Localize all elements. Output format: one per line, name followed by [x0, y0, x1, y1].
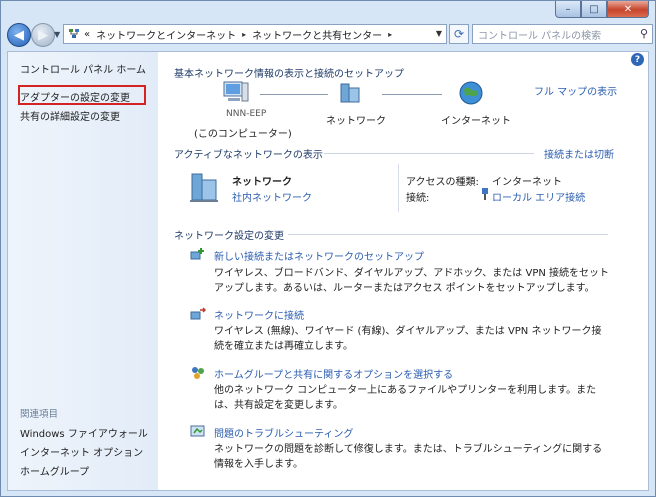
search-input[interactable]: コントロール パネルの検索 — [478, 27, 601, 42]
task-connect-network[interactable]: ネットワークに接続 — [214, 307, 304, 322]
map-connector-1 — [260, 94, 328, 95]
help-icon[interactable]: ? — [631, 53, 644, 66]
task-new-connection[interactable]: 新しい接続またはネットワークのセットアップ — [214, 248, 424, 263]
active-divider — [324, 153, 534, 154]
sidebar-item-adapter-settings[interactable]: アダプターの設定の変更 — [20, 89, 130, 104]
network-folder-icon — [68, 28, 80, 40]
breadcrumb-separator-2[interactable]: ▸ — [388, 30, 392, 39]
refresh-button[interactable]: ⟳ — [449, 24, 469, 44]
search-icon[interactable]: ⚲ — [640, 27, 648, 40]
forward-button[interactable]: ▶ — [31, 23, 55, 47]
access-type-label: アクセスの種類: — [406, 177, 479, 188]
back-button[interactable]: ◀ — [7, 23, 31, 47]
task-homegroup-sharing[interactable]: ホームグループと共有に関するオプションを選択する — [214, 366, 453, 381]
close-button[interactable]: ✕ — [607, 1, 649, 18]
task-homegroup-sharing-desc: 他のネットワーク コンピューター上にあるファイルやプリンターを利用します。または… — [214, 385, 597, 411]
caption-buttons: – □ ✕ — [555, 1, 649, 19]
network-label: ネットワーク — [326, 116, 386, 127]
vertical-divider — [398, 164, 399, 212]
task-troubleshoot-desc: ネットワークの問題を診断して修復します。または、トラブルシューティングに関する情… — [214, 444, 603, 470]
sidebar: コントロール パネル ホーム アダプターの設定の変更 共有の詳細設定の変更 関連… — [8, 52, 158, 490]
active-network-type[interactable]: 社内ネットワーク — [232, 189, 312, 204]
maximize-button[interactable]: □ — [581, 1, 607, 18]
lan-connection-link[interactable]: ローカル エリア接続 — [492, 189, 585, 204]
task-connect-network-desc: ワイヤレス (無線)、ワイヤード (有線)、ダイヤルアップ、または VPN ネッ… — [214, 326, 602, 352]
homegroup-icon — [190, 365, 206, 381]
basic-info-title: 基本ネットワーク情報の表示と接続のセットアップ — [174, 69, 404, 80]
new-connection-icon — [190, 246, 206, 262]
active-network-name: ネットワーク — [232, 177, 292, 188]
navigation-bar: ◀ ▶ ▼ « ネットワークとインターネット ▸ ネットワークと共有センター ▸… — [5, 23, 653, 47]
computer-subtitle: (このコンピューター) — [194, 129, 292, 140]
search-box[interactable]: コントロール パネルの検索 ⚲ — [472, 24, 653, 44]
access-type-value: インターネット — [492, 177, 562, 188]
task-troubleshoot[interactable]: 問題のトラブルシューティング — [214, 425, 353, 440]
arrow-right-icon: ▶ — [38, 27, 48, 43]
refresh-icon: ⟳ — [453, 27, 465, 41]
content-area: コントロール パネル ホーム アダプターの設定の変更 共有の詳細設定の変更 関連… — [7, 51, 649, 491]
related-heading: 関連項目 — [20, 409, 59, 420]
network-building-icon — [188, 170, 220, 207]
related-item-homegroup[interactable]: ホームグループ — [20, 463, 89, 478]
lan-connection-icon — [480, 187, 490, 204]
internet-label: インターネット — [441, 116, 511, 127]
connect-network-icon — [190, 306, 207, 322]
computer-name: NNN-EEP — [226, 109, 267, 119]
task-new-connection-desc: ワイヤレス、ブロードバンド、ダイヤルアップ、アドホック、または VPN 接続をセ… — [214, 268, 610, 294]
change-settings-title: ネットワーク設定の変更 — [174, 231, 284, 242]
window: – □ ✕ ◀ ▶ ▼ « ネットワークとインターネット ▸ ネットワークと共有… — [0, 0, 656, 497]
computer-icon — [222, 80, 250, 109]
breadcrumb-network-sharing-center[interactable]: ネットワークと共有センター — [252, 27, 382, 42]
address-bar[interactable]: « ネットワークとインターネット ▸ ネットワークと共有センター ▸ ▼ — [63, 24, 447, 44]
troubleshoot-icon — [190, 424, 206, 440]
sidebar-item-control-panel-home[interactable]: コントロール パネル ホーム — [20, 61, 146, 76]
breadcrumb-network-internet[interactable]: ネットワークとインターネット — [96, 27, 236, 42]
address-dropdown-icon[interactable]: ▼ — [436, 29, 442, 38]
full-map-link[interactable]: フル マップの表示 — [534, 83, 617, 98]
globe-icon — [458, 80, 484, 109]
address-prefix[interactable]: « — [84, 29, 90, 40]
connection-label: 接続: — [406, 193, 430, 204]
sidebar-item-advanced-sharing[interactable]: 共有の詳細設定の変更 — [20, 108, 120, 123]
map-connector-2 — [382, 94, 442, 95]
connect-disconnect-link[interactable]: 接続または切断 — [544, 146, 614, 161]
active-networks-title: アクティブなネットワークの表示 — [174, 150, 323, 161]
related-item-internet-options[interactable]: インターネット オプション — [20, 444, 143, 459]
arrow-left-icon: ◀ — [14, 27, 24, 43]
breadcrumb-separator[interactable]: ▸ — [242, 30, 246, 39]
network-icon — [338, 80, 364, 109]
main-pane: ? 基本ネットワーク情報の表示と接続のセットアップ フル マップの表示 NNN-… — [158, 52, 648, 490]
change-divider — [288, 234, 608, 235]
recent-pages-dropdown[interactable]: ▼ — [54, 30, 60, 39]
minimize-button[interactable]: – — [555, 1, 581, 18]
related-item-firewall[interactable]: Windows ファイアウォール — [20, 425, 148, 440]
